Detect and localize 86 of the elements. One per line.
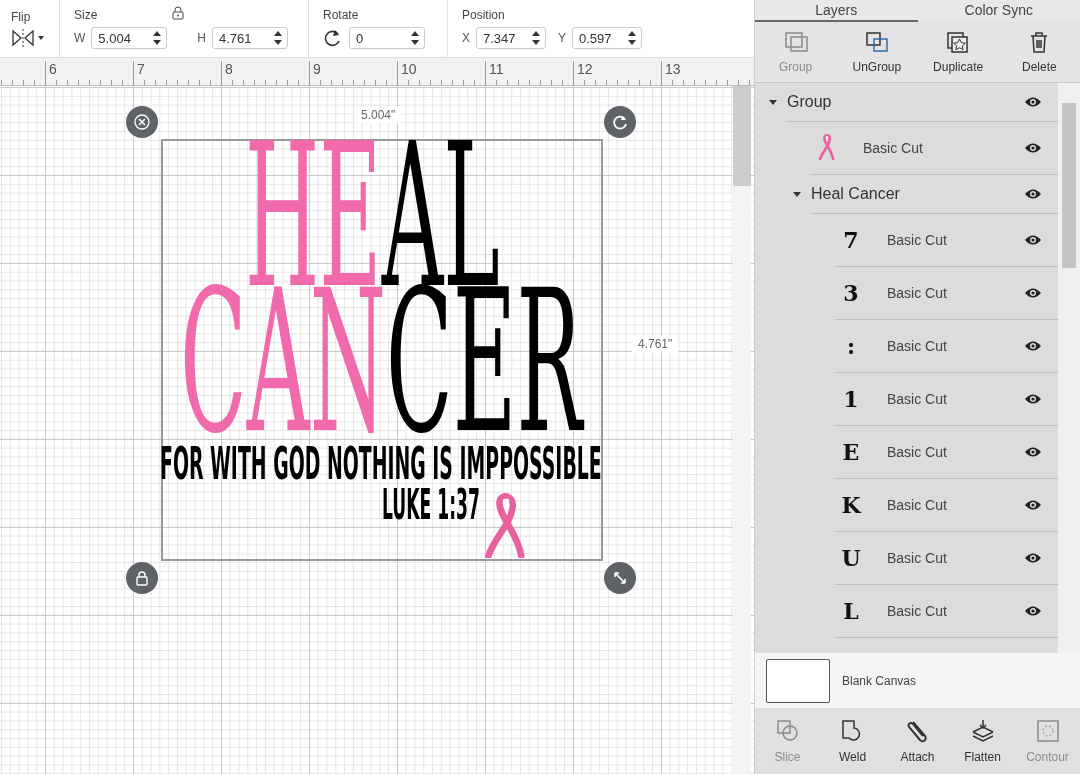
eye-icon[interactable] bbox=[1024, 552, 1042, 564]
rotate-label: Rotate bbox=[323, 8, 359, 22]
layer-thumbnail: K bbox=[840, 492, 863, 518]
panel-tab[interactable]: Color Sync bbox=[917, 0, 1080, 22]
eye-icon[interactable] bbox=[1024, 605, 1042, 617]
position-label: Position bbox=[462, 8, 505, 22]
ruler-number: 13 bbox=[661, 61, 681, 84]
height-field[interactable]: 4.761 bbox=[212, 27, 288, 49]
duplicate-button[interactable]: Duplicate bbox=[923, 30, 994, 74]
layer-thumbnail: 3 bbox=[842, 280, 860, 306]
ungroup-button[interactable]: UnGroup bbox=[841, 30, 912, 74]
spinner-icon[interactable] bbox=[410, 30, 420, 46]
y-field[interactable]: 0.597 bbox=[572, 27, 643, 49]
ruler-number: 7 bbox=[133, 61, 145, 84]
layer-name[interactable]: Heal Cancer bbox=[811, 185, 1024, 203]
scrollbar-thumb[interactable] bbox=[733, 86, 751, 186]
size-label: Size bbox=[74, 8, 98, 22]
contour-icon bbox=[1034, 718, 1061, 744]
eye-icon[interactable] bbox=[1024, 446, 1042, 458]
ruler-number: 8 bbox=[221, 61, 233, 84]
resize-icon[interactable] bbox=[604, 562, 636, 594]
design-text: FOR WITH GOD NOTHING IS IMPPOSSIBLE bbox=[160, 447, 602, 484]
layer-thumbnail: 1 bbox=[842, 386, 860, 412]
layer-name[interactable]: Basic Cut bbox=[887, 603, 1024, 619]
flip-label: Flip bbox=[11, 10, 31, 24]
ruler-number: 6 bbox=[45, 61, 57, 84]
eye-icon[interactable] bbox=[1024, 340, 1042, 352]
design-text: LUKE 1:37 bbox=[382, 489, 480, 524]
layer-name[interactable]: Basic Cut bbox=[887, 550, 1024, 566]
layer-thumbnail: : bbox=[845, 333, 857, 359]
layer-thumbnail: U bbox=[840, 545, 862, 571]
eye-icon[interactable] bbox=[1024, 188, 1042, 200]
layer-name[interactable]: Group bbox=[787, 93, 1024, 111]
delete-button[interactable]: Delete bbox=[1004, 30, 1075, 74]
layer-thumbnail: 7 bbox=[842, 227, 860, 253]
lock-icon[interactable] bbox=[171, 6, 186, 20]
caret-icon[interactable] bbox=[769, 99, 777, 105]
flip-icon[interactable] bbox=[11, 29, 45, 47]
ruler-number: 11 bbox=[485, 61, 504, 84]
layer-thumbnail: E bbox=[841, 439, 861, 465]
eye-icon[interactable] bbox=[1024, 287, 1042, 299]
ungroup-icon bbox=[863, 30, 890, 54]
canvas-swatch[interactable] bbox=[766, 658, 830, 703]
caret-icon[interactable] bbox=[793, 191, 801, 197]
layer-thumbnail: L bbox=[842, 598, 860, 624]
y-label: Y bbox=[558, 31, 567, 45]
ruler-number: 12 bbox=[573, 61, 593, 84]
base-label: Blank Canvas bbox=[842, 673, 917, 688]
selection-box[interactable] bbox=[161, 139, 603, 561]
eye-icon[interactable] bbox=[1024, 393, 1042, 405]
spinner-icon[interactable] bbox=[627, 30, 638, 46]
ribbon-icon bbox=[818, 131, 836, 160]
layer-name[interactable]: Basic Cut bbox=[887, 444, 1024, 460]
eye-icon[interactable] bbox=[1024, 142, 1042, 154]
rotate-handle-icon[interactable] bbox=[604, 106, 636, 138]
x-field[interactable]: 7.347 bbox=[476, 27, 546, 49]
layer-name[interactable]: Basic Cut bbox=[863, 140, 1024, 156]
eye-icon[interactable] bbox=[1024, 96, 1042, 108]
lock-icon[interactable] bbox=[126, 562, 158, 594]
flatten-button[interactable]: Flatten bbox=[950, 718, 1015, 764]
scrollbar-thumb[interactable] bbox=[1062, 103, 1076, 268]
spinner-icon[interactable] bbox=[273, 30, 283, 46]
layer-name[interactable]: Basic Cut bbox=[887, 232, 1024, 248]
ruler-number: 10 bbox=[397, 61, 417, 84]
width-label: W bbox=[74, 31, 86, 45]
rotate-icon bbox=[323, 29, 343, 47]
ruler-number: 9 bbox=[309, 61, 321, 84]
layer-name[interactable]: Basic Cut bbox=[887, 285, 1024, 301]
group-icon bbox=[782, 30, 809, 54]
width-field[interactable]: 5.004 bbox=[91, 27, 168, 49]
eye-icon[interactable] bbox=[1024, 499, 1042, 511]
layer-name[interactable]: Basic Cut bbox=[887, 391, 1024, 407]
rotate-field[interactable]: 0 bbox=[349, 27, 425, 49]
height-dimension: 4.761" bbox=[632, 336, 679, 352]
layer-name[interactable]: Basic Cut bbox=[887, 338, 1024, 354]
spinner-icon[interactable] bbox=[152, 30, 163, 46]
spinner-icon[interactable] bbox=[531, 30, 541, 46]
x-label: X bbox=[462, 31, 470, 45]
close-icon[interactable] bbox=[126, 106, 158, 138]
layer-name[interactable]: Basic Cut bbox=[887, 497, 1024, 513]
slice-icon bbox=[774, 718, 801, 744]
weld-button[interactable]: Weld bbox=[820, 718, 885, 764]
height-label: H bbox=[197, 31, 206, 45]
eye-icon[interactable] bbox=[1024, 234, 1042, 246]
width-dimension: 5.004" bbox=[355, 107, 402, 123]
attach-button[interactable]: Attach bbox=[885, 718, 950, 764]
